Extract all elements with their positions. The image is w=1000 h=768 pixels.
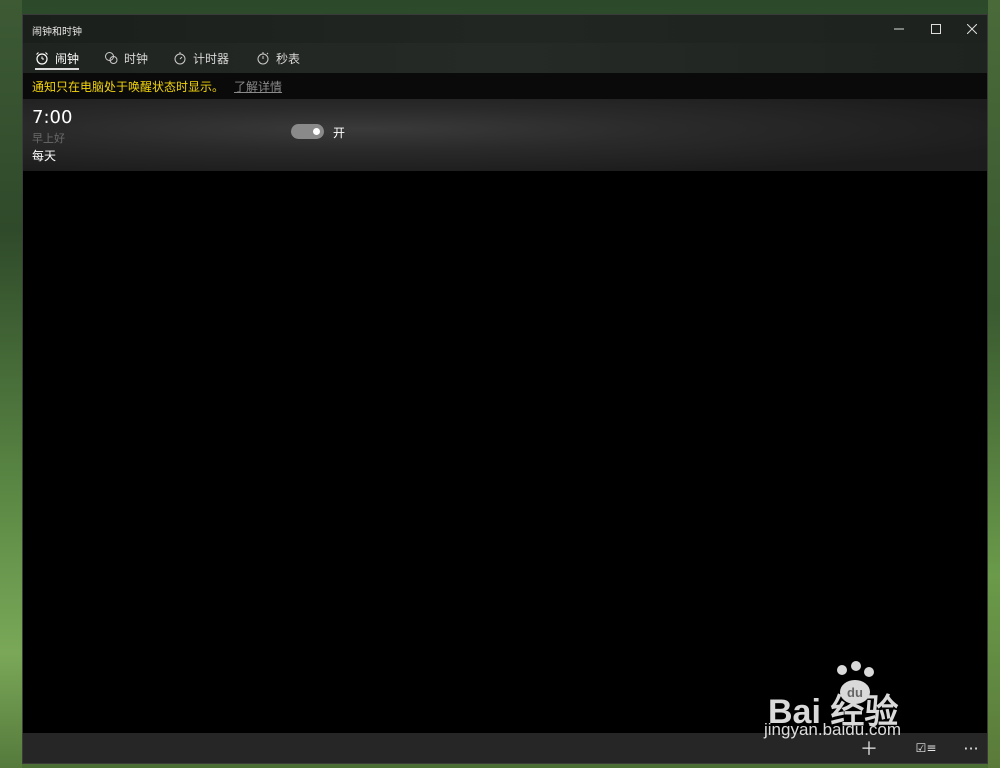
alarm-toggle-label: 开 (333, 126, 346, 140)
timer-icon (174, 52, 186, 65)
close-icon (967, 24, 977, 34)
title-bar[interactable]: 闹钟和时钟 (23, 15, 987, 43)
tab-alarm[interactable]: 闹钟 (35, 43, 80, 73)
tab-alarm-label: 闹钟 (55, 51, 80, 66)
tab-world-clock-label: 时钟 (124, 51, 149, 66)
more-options-button[interactable]: ··· (953, 733, 989, 763)
more-icon: ··· (963, 738, 979, 758)
notification-message: 通知只在电脑处于唤醒状态时显示。 (32, 79, 225, 94)
minimize-button[interactable] (881, 15, 917, 43)
app-window: 闹钟和时钟 闹钟 时钟 计时器 秒表 通知只在电脑处于唤醒状态时显示。 了解详情… (22, 14, 988, 764)
alarm-item[interactable]: 7:00 早上好 每天 开 (23, 99, 987, 171)
alarm-toggle-switch[interactable] (291, 124, 324, 139)
svg-text:du: du (847, 685, 863, 700)
minimize-icon (894, 28, 904, 30)
close-button[interactable] (954, 15, 990, 43)
learn-more-link[interactable]: 了解详情 (234, 78, 282, 95)
alarm-clock-icon (36, 52, 48, 65)
stopwatch-icon (257, 52, 269, 65)
alarm-repeat: 每天 (32, 149, 57, 163)
toggle-knob (313, 128, 320, 135)
alarm-time: 7:00 (32, 107, 73, 128)
maximize-icon (931, 24, 941, 34)
alarm-list-empty-area (23, 171, 987, 733)
alarm-name: 早上好 (32, 132, 65, 145)
window-title: 闹钟和时钟 (32, 27, 82, 38)
maximize-button[interactable] (918, 15, 954, 43)
notification-banner: 通知只在电脑处于唤醒状态时显示。 了解详情 (23, 73, 987, 99)
paw-logo-icon: du (837, 661, 874, 704)
tab-world-clock[interactable]: 时钟 (104, 43, 148, 73)
tab-timer[interactable]: 计时器 (173, 43, 229, 73)
baidu-jingyan-watermark: Bai 经验 du jingyan.baidu.com (764, 660, 944, 752)
tab-timer-label: 计时器 (193, 51, 230, 66)
tab-stopwatch-label: 秒表 (276, 51, 301, 66)
tab-stopwatch[interactable]: 秒表 (256, 43, 300, 73)
desktop-background-left (0, 0, 22, 768)
tab-bar: 闹钟 时钟 计时器 秒表 (23, 43, 987, 73)
world-clock-icon (105, 52, 118, 64)
watermark-url: jingyan.baidu.com (764, 720, 902, 739)
desktop-background-right (988, 0, 1000, 768)
